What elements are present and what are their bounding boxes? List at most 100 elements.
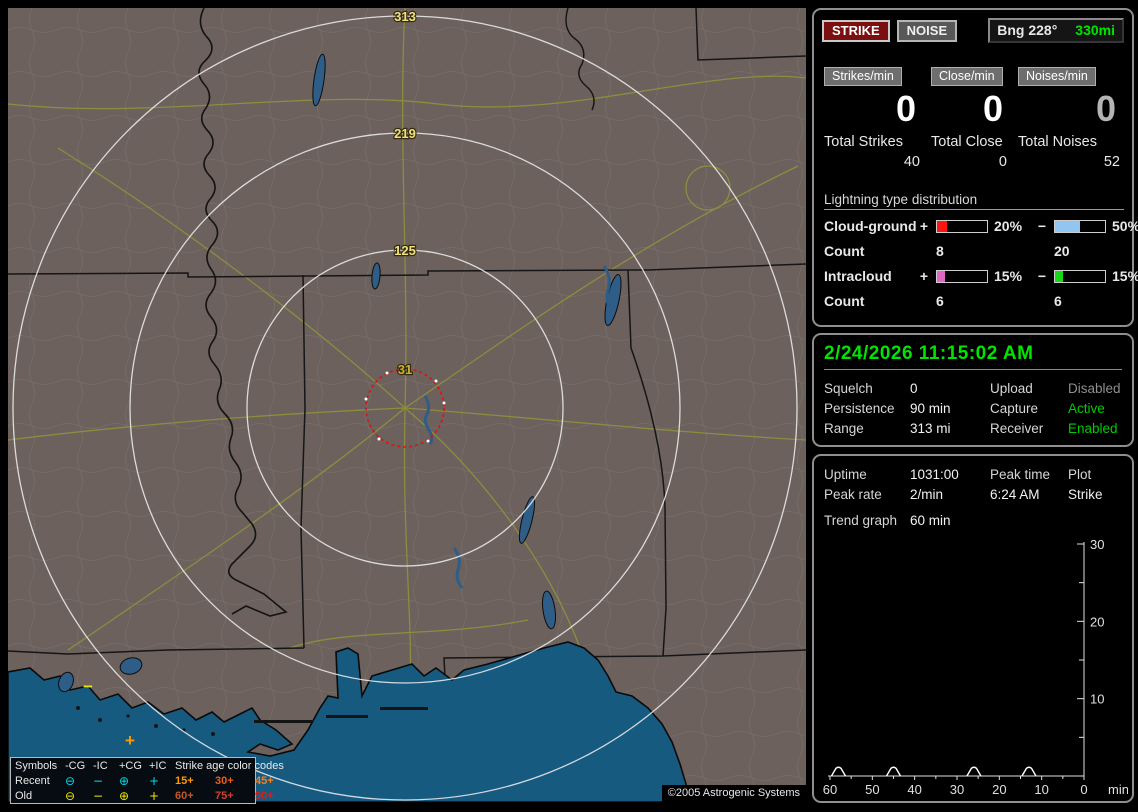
cg-plus-count: 8 xyxy=(936,243,944,259)
copyright-label: ©2005 Astrogenic Systems xyxy=(661,785,806,802)
receiver-status: Enabled xyxy=(1068,421,1118,436)
trend-peak xyxy=(966,766,982,777)
strikes-per-min-chip: Strikes/min xyxy=(824,67,902,86)
legend-header-row: Symbols -CG -IC +CG +IC Strike age color… xyxy=(15,759,284,774)
mode-controls: STRIKE NOISE Bng 228° 330mi xyxy=(822,18,1124,43)
old-neg-cg-icon: ⊖ xyxy=(65,789,76,803)
svg-text:30: 30 xyxy=(1090,537,1104,552)
total-strikes-value: 40 xyxy=(903,154,920,170)
age-30: 30+ xyxy=(215,775,234,787)
svg-text:50: 50 xyxy=(865,782,879,797)
capture-status: Active xyxy=(1068,401,1105,416)
legend-symbols-label: Symbols xyxy=(15,760,58,772)
strikes-rate-value: 0 xyxy=(895,88,916,129)
age-15: 15+ xyxy=(175,775,194,787)
legend-old-row: Old ⊖ − ⊕ + 60+ 75+ 90+ xyxy=(15,789,274,804)
ic-plus-bar xyxy=(936,269,988,283)
trend-settings: Trend graph 60 min xyxy=(824,513,1122,528)
svg-text:0: 0 xyxy=(1080,782,1087,797)
age-90: 90+ xyxy=(255,790,274,802)
capture-label: Capture xyxy=(990,401,1039,416)
bearing-value: Bng 228° xyxy=(997,22,1058,38)
ic-plus-count: 6 xyxy=(936,293,944,309)
close-rate-value: 0 xyxy=(982,88,1003,129)
session-grid: Uptime 1031:00 Peak time Plot Peak rate … xyxy=(824,465,1122,505)
uptime-value: 1031:00 xyxy=(910,467,959,482)
upload-label: Upload xyxy=(990,381,1033,396)
old-neg-ic-icon: − xyxy=(93,789,104,803)
trend-peak xyxy=(1021,766,1037,777)
ring-label-31: 31 xyxy=(398,362,412,377)
ic-minus-bar xyxy=(1054,269,1106,283)
app-window: 313 219 125 31 − + Symbols -CG -IC +CG +I… xyxy=(0,0,1138,812)
total-close-value: 0 xyxy=(998,154,1007,170)
range-label: Range xyxy=(824,421,864,436)
upload-status: Disabled xyxy=(1068,381,1121,396)
ring-label-313: 313 xyxy=(394,9,416,24)
svg-text:60: 60 xyxy=(823,782,837,797)
datetime-display: 2/24/2026 11:15:02 AM xyxy=(824,343,1122,370)
legend-recent-label: Recent xyxy=(15,775,50,787)
cg-minus-pct: 50% xyxy=(1112,218,1138,234)
cg-plus-sign: + xyxy=(919,218,929,234)
status-grid: Squelch 0 Upload Disabled Persistence 90… xyxy=(824,379,1122,439)
peak-time-value: 6:24 AM xyxy=(990,487,1040,502)
status-panel: 2/24/2026 11:15:02 AM Squelch 0 Upload D… xyxy=(812,333,1134,447)
old-pos-ic-icon: + xyxy=(149,789,160,803)
legend-col-pos-cg: +CG xyxy=(119,760,142,772)
svg-text:20: 20 xyxy=(992,782,1006,797)
legend-old-label: Old xyxy=(15,790,33,802)
legend-col-pos-ic: +IC xyxy=(149,760,167,772)
counter-col-strikes: Strikes/min xyxy=(824,67,922,86)
total-close-label: Total Close xyxy=(931,134,1003,150)
svg-text:30: 30 xyxy=(950,782,964,797)
map-canvas: 313 219 125 31 − + xyxy=(8,8,806,802)
close-per-min-chip: Close/min xyxy=(931,67,1003,86)
strike-mode-button[interactable]: STRIKE xyxy=(822,19,890,42)
total-noises-value: 52 xyxy=(1103,154,1120,170)
rate-counters: Strikes/min Close/min Noises/min 0 0 0 T… xyxy=(814,67,1132,170)
ic-minus-pct: 15% xyxy=(1112,268,1138,284)
intracloud-label: Intracloud xyxy=(824,268,892,284)
age-75: 75+ xyxy=(215,790,234,802)
cg-minus-bar-fill xyxy=(1055,220,1080,232)
ring-label-125: 125 xyxy=(394,243,416,258)
ic-minus-sign: − xyxy=(1037,268,1047,284)
legend-age-title: Strike age color codes xyxy=(175,760,284,772)
lightning-map[interactable]: 313 219 125 31 − + Symbols -CG -IC +CG +I… xyxy=(8,8,806,804)
svg-text:10: 10 xyxy=(1090,692,1104,707)
persistence-label: Persistence xyxy=(824,401,895,416)
noises-per-min-chip: Noises/min xyxy=(1018,67,1096,86)
cg-minus-bar xyxy=(1054,219,1106,233)
counters-panel: STRIKE NOISE Bng 228° 330mi Strikes/min … xyxy=(812,8,1138,327)
cg-plus-bar xyxy=(936,219,988,233)
trend-window-value: 60 min xyxy=(910,513,951,528)
ic-count-label: Count xyxy=(824,293,865,309)
recent-neg-ic-icon: − xyxy=(93,774,104,788)
strike-symbol: + xyxy=(125,731,135,750)
ring-label-219: 219 xyxy=(394,126,416,141)
range-value: 313 mi xyxy=(910,421,951,436)
ic-minus-bar-fill xyxy=(1055,270,1063,282)
svg-text:40: 40 xyxy=(907,782,921,797)
counter-col-noises: Noises/min xyxy=(1018,67,1122,86)
cg-minus-sign: − xyxy=(1037,218,1047,234)
legend-col-neg-ic: -IC xyxy=(93,760,108,772)
ic-plus-pct: 15% xyxy=(994,268,1023,284)
legend-recent-row: Recent ⊖ − ⊕ + 15+ 30+ 45+ xyxy=(15,774,274,789)
peak-time-label: Peak time xyxy=(990,467,1051,482)
peak-rate-label: Peak rate xyxy=(824,487,882,502)
noises-rate-value: 0 xyxy=(1095,88,1116,129)
distribution-grid: Cloud-ground + 20% − 50% Count 8 20 Intr… xyxy=(814,218,1138,309)
age-60: 60+ xyxy=(175,790,194,802)
noise-mode-button[interactable]: NOISE xyxy=(896,19,958,42)
ic-plus-bar-fill xyxy=(937,270,945,282)
age-45: 45+ xyxy=(255,775,274,787)
ic-plus-sign: + xyxy=(919,268,929,284)
plot-label: Plot xyxy=(1068,467,1092,482)
cg-minus-count: 20 xyxy=(1054,243,1070,259)
peak-rate-value: 2/min xyxy=(910,487,944,502)
cloud-ground-label: Cloud-ground xyxy=(824,218,917,234)
total-strikes-label: Total Strikes xyxy=(824,134,903,150)
plot-mode-value[interactable]: Strike xyxy=(1068,485,1122,505)
